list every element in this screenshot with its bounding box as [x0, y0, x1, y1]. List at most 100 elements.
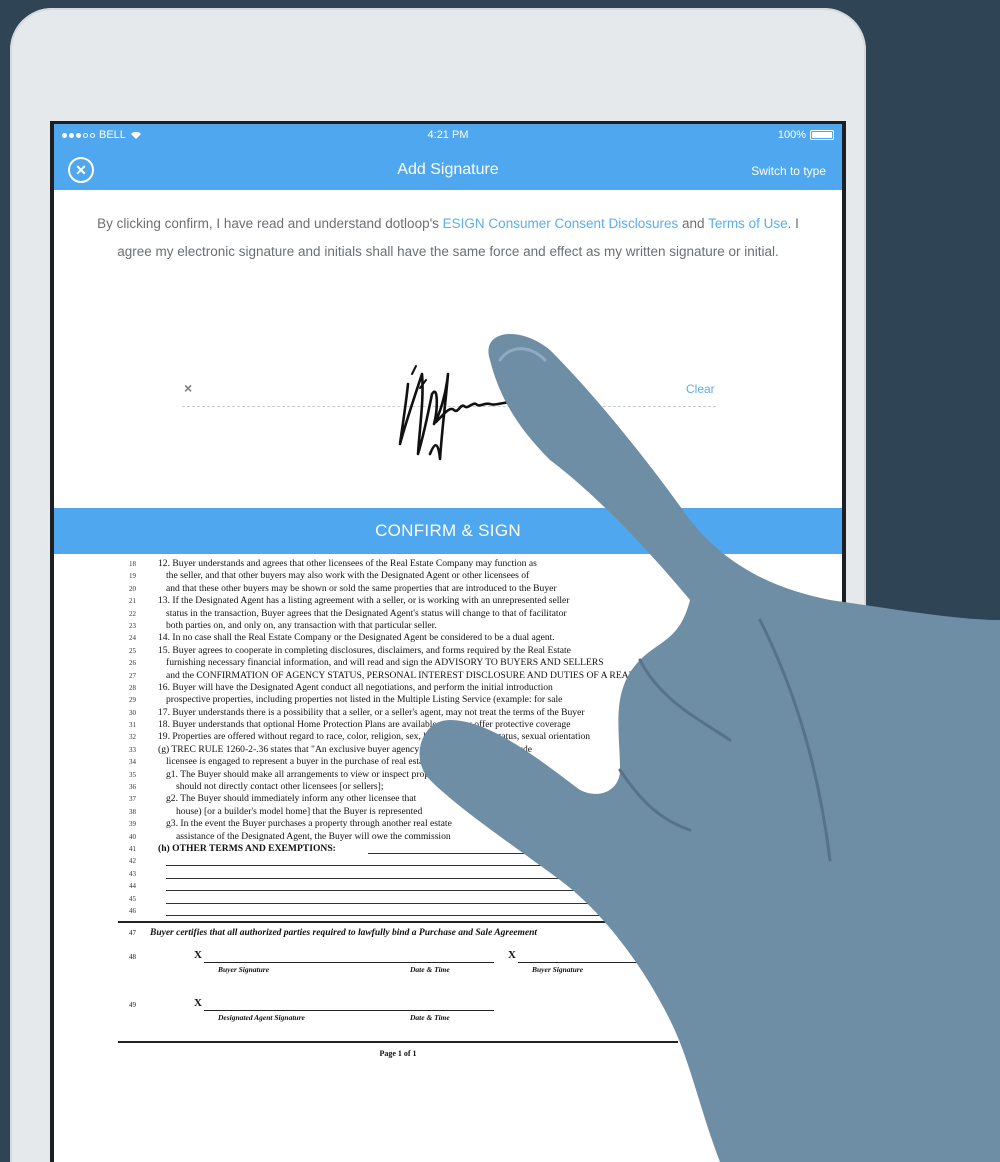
certification-row: 47 Buyer certifies that all authorized p…	[118, 921, 838, 943]
line-text: g2. The Buyer should immediately inform …	[166, 793, 417, 805]
line-text: assistance of the Designated Agent, the …	[176, 830, 451, 842]
document-line: 22 status in the transaction, Buyer agree…	[118, 608, 838, 620]
line-text: (g) TREC RULE 1260-2-.36 states that "An…	[158, 743, 533, 755]
document-line: 37 g2. The Buyer should immediately infor…	[118, 793, 838, 805]
tablet-screen: BELL 4:21 PM 100% ✕ Add Signature Switch…	[50, 121, 846, 1162]
document-line: 29 prospective properties, including prop…	[118, 694, 838, 706]
line-number: 41	[129, 844, 136, 853]
divider	[118, 1041, 678, 1044]
line-number: 49	[129, 1001, 136, 1010]
esign-disclosures-link[interactable]: ESIGN Consumer Consent Disclosures	[443, 216, 679, 231]
line-number: 20	[129, 584, 136, 593]
line-text: 12. Buyer understands and agrees that ot…	[158, 558, 537, 569]
line-number: 40	[129, 832, 136, 841]
line-text: licensee is engaged to represent a buyer…	[166, 756, 431, 768]
line-text: g3. In the event the Buyer purchases a p…	[166, 818, 452, 830]
line-number: 33	[129, 745, 136, 754]
buyer-signature-field-2[interactable]	[518, 962, 698, 964]
line-number: 21	[129, 597, 136, 606]
confirm-sign-button[interactable]: CONFIRM & SIGN	[54, 508, 842, 554]
drawn-signature	[398, 365, 534, 461]
line-number: 34	[129, 758, 136, 767]
document-line: 21 13. If the Designated Agent has a list…	[118, 595, 838, 607]
tablet-frame: BELL 4:21 PM 100% ✕ Add Signature Switch…	[10, 8, 866, 1162]
line-text: 14. In no case shall the Real Estate Com…	[158, 632, 555, 644]
line-text: status in the transaction, Buyer agrees …	[166, 607, 567, 619]
consent-text: By clicking confirm, I have read and und…	[94, 210, 802, 266]
x-mark: X	[194, 949, 202, 962]
line-number: 24	[129, 634, 136, 643]
agent-signature-row: 49 X Designated Agent Signature Date & T…	[118, 991, 838, 1039]
document-line: 40 assistance of the Designated Agent, th…	[118, 831, 838, 843]
agent-signature-field[interactable]	[204, 1010, 494, 1012]
page-number: Page 1 of 1	[379, 1049, 417, 1059]
document-line: 36 should not directly contact other lice…	[118, 781, 838, 793]
line-text: g1. The Buyer should make all arrangemen…	[166, 768, 450, 780]
line-number: 47	[129, 929, 136, 938]
blank-term-line[interactable]: 45	[118, 893, 838, 905]
certification-text: Buyer certifies that all authorized part…	[150, 928, 538, 939]
buyer-signature-field[interactable]	[204, 962, 494, 964]
contract-document: 18 12. Buyer understands and agrees that …	[118, 558, 838, 1058]
switch-to-type-button[interactable]: Switch to type	[751, 164, 826, 178]
blank-term-line[interactable]: 42	[118, 855, 838, 867]
line-number: 43	[129, 869, 136, 878]
line-number: 30	[129, 708, 136, 717]
status-bar: BELL 4:21 PM 100%	[54, 124, 842, 146]
document-line: 25 15. Buyer agrees to cooperate in compl…	[118, 645, 838, 657]
clear-signature-button[interactable]: Clear	[686, 382, 715, 396]
document-line: 33 (g) TREC RULE 1260-2-.36 states that "…	[118, 744, 838, 756]
document-line: 20 and that these other buyers may be sho…	[118, 583, 838, 595]
line-text: and that these other buyers may be shown…	[166, 582, 557, 594]
line-text: should not directly contact other licens…	[176, 781, 384, 793]
line-number: 45	[129, 894, 136, 903]
line-number: 48	[129, 953, 136, 962]
consent-before: By clicking confirm, I have read and und…	[97, 216, 443, 231]
page-title: Add Signature	[397, 161, 499, 178]
line-number: 35	[129, 770, 136, 779]
line-number: 32	[129, 733, 136, 742]
line-number: 23	[129, 621, 136, 630]
line-text: the seller, and that other buyers may al…	[166, 570, 530, 582]
document-line: 23 both parties on, and only on, any tran…	[118, 620, 838, 632]
other-terms-heading: (h) OTHER TERMS AND EXEMPTIONS:	[158, 842, 336, 854]
line-number: 37	[129, 795, 136, 804]
blank-term-line[interactable]: 43	[118, 868, 838, 880]
document-line: 39 g3. In the event the Buyer purchases a…	[118, 818, 838, 830]
document-line: 35 g1. The Buyer should make all arrangem…	[118, 769, 838, 781]
line-text: and the CONFIRMATION OF AGENCY STATUS, P…	[166, 669, 635, 681]
document-line: 31 18. Buyer understands that optional Ho…	[118, 719, 838, 731]
battery-icon	[810, 130, 834, 140]
x-mark: X	[508, 949, 516, 962]
document-line: 34 licensee is engaged to represent a buy…	[118, 756, 838, 768]
line-number: 18	[129, 560, 136, 568]
consent-and: and	[678, 216, 709, 231]
signature-x-mark: ×	[184, 380, 193, 396]
line-number: 22	[129, 609, 136, 618]
line-text: 18. Buyer understands that optional Home…	[158, 719, 571, 731]
line-number: 26	[129, 659, 136, 668]
document-line: 38 house) [or a builder's model home] tha…	[118, 806, 838, 818]
line-text: house) [or a builder's model home] that …	[176, 805, 423, 817]
line-number: 31	[129, 721, 136, 730]
line-text: prospective properties, including proper…	[166, 694, 563, 706]
line-number: 19	[129, 572, 136, 581]
line-text: 15. Buyer agrees to cooperate in complet…	[158, 644, 571, 656]
document-line: 24 14. In no case shall the Real Estate C…	[118, 632, 838, 644]
document-line: 26 furnishing necessary financial informa…	[118, 657, 838, 669]
buyer-signature-caption-2: Buyer Signature	[532, 965, 584, 975]
line-number: 38	[129, 807, 136, 816]
line-number: 25	[129, 646, 136, 655]
line-text: 16. Buyer will have the Designated Agent…	[158, 681, 553, 693]
status-right: 100%	[778, 129, 834, 141]
blank-term-line[interactable]: 46	[118, 905, 838, 917]
agent-signature-caption: Designated Agent Signature	[218, 1013, 305, 1023]
buyer-signature-row: 48 X Buyer Signature Date & Time X Buyer…	[118, 943, 838, 991]
date-time-caption: Date & Time	[410, 965, 450, 975]
x-mark: X	[194, 997, 202, 1010]
blank-term-line[interactable]: 44	[118, 880, 838, 892]
line-number: 36	[129, 783, 136, 792]
terms-of-use-link[interactable]: Terms of Use	[708, 216, 788, 231]
top-bar: BELL 4:21 PM 100% ✕ Add Signature Switch…	[54, 124, 842, 190]
document-line: 18 12. Buyer understands and agrees that …	[118, 558, 838, 570]
